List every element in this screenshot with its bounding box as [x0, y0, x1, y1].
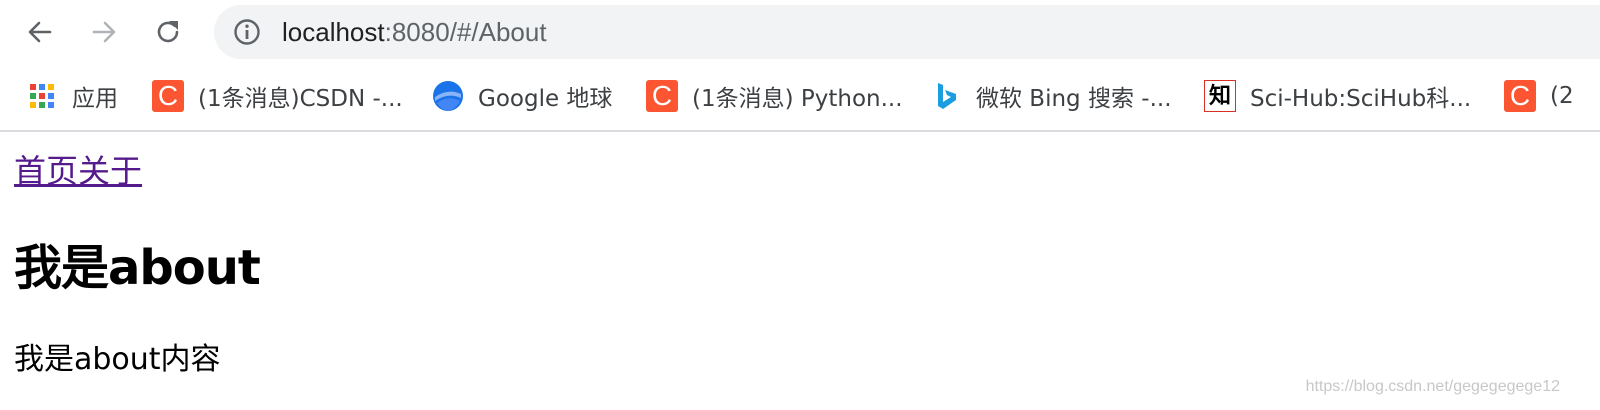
address-bar[interactable]: localhost:8080/#/About [214, 5, 1600, 59]
router-nav: 首页关于 [14, 146, 142, 192]
browser-toolbar: localhost:8080/#/About [0, 0, 1600, 64]
arrow-right-icon [92, 21, 116, 43]
bookmark-label: 微软 Bing 搜索 -... [976, 86, 1172, 112]
page-heading: 我是about [14, 240, 261, 296]
reload-button[interactable] [146, 10, 190, 54]
apps-grid-icon [26, 80, 58, 112]
url-path: :8080/#/About [384, 17, 547, 47]
page-body-text: 我是about内容 [14, 342, 221, 377]
bookmark-label: 应用 [72, 86, 118, 112]
csdn-icon: C [646, 80, 678, 112]
back-button[interactable] [18, 10, 62, 54]
csdn-icon: C [152, 80, 184, 112]
about-link[interactable]: 关于 [78, 152, 142, 190]
arrow-left-icon [28, 21, 52, 43]
google-earth-icon [432, 80, 464, 112]
bookmarks-bar: 应用 C (1条消息)CSDN -... Google 地球 C (1条消息) … [0, 72, 1600, 120]
page-content: 首页关于 我是about 我是about内容 https://blog.csdn… [0, 132, 1600, 410]
bookmark-label: Google 地球 [478, 86, 613, 112]
info-icon[interactable] [232, 17, 262, 47]
bookmark-csdn-1[interactable]: C (1条消息)CSDN -... [152, 72, 403, 120]
bookmark-bing[interactable]: 微软 Bing 搜索 -... [930, 72, 1172, 120]
forward-button[interactable] [82, 10, 126, 54]
bing-icon [930, 80, 962, 112]
csdn-icon: C [1504, 80, 1536, 112]
bookmark-label: Sci-Hub:SciHub科... [1250, 86, 1472, 112]
bookmark-csdn-2[interactable]: C (2 [1504, 72, 1574, 120]
bookmark-csdn-python[interactable]: C (1条消息) Python... [646, 72, 903, 120]
bookmark-google-earth[interactable]: Google 地球 [432, 72, 612, 120]
bookmark-label: (2 [1550, 83, 1574, 109]
bookmark-apps[interactable]: 应用 [26, 72, 118, 120]
scihub-icon: 知 [1204, 80, 1236, 112]
home-link[interactable]: 首页 [14, 152, 78, 190]
url-host: localhost [282, 17, 385, 47]
watermark: https://blog.csdn.net/gegegegege12 [1305, 378, 1560, 395]
bookmark-label: (1条消息) Python... [692, 86, 903, 112]
bookmark-scihub[interactable]: 知 Sci-Hub:SciHub科... [1204, 72, 1471, 120]
reload-icon [157, 21, 179, 43]
bookmark-label: (1条消息)CSDN -... [198, 86, 403, 112]
browser-chrome: localhost:8080/#/About 应用 C (1条消息)CSDN -… [0, 0, 1600, 132]
url-text[interactable]: localhost:8080/#/About [282, 5, 547, 59]
